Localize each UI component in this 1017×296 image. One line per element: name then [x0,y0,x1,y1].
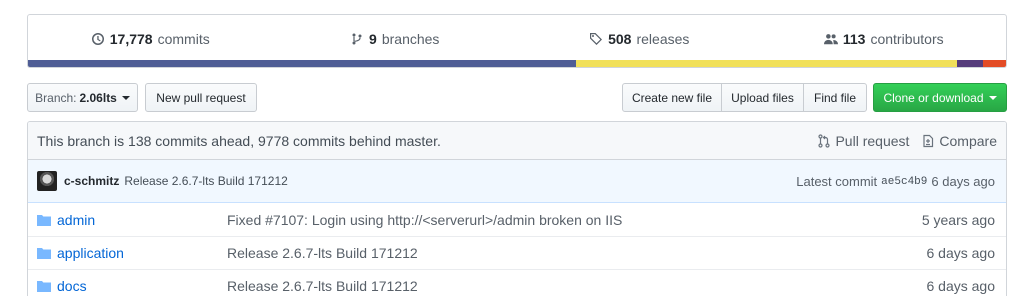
latest-commit-bar: c-schmitz Release 2.6.7-lts Build 171212… [28,160,1006,203]
language-segment[interactable] [28,60,576,67]
file-age: 6 days ago [926,278,996,294]
language-segment[interactable] [575,60,958,67]
releases-label: releases [636,30,690,47]
branch-select-button[interactable]: Branch: 2.06lts [27,83,138,112]
file-name[interactable]: admin [57,212,227,228]
commit-message[interactable]: Release 2.6.7-lts Build 171212 [124,174,287,188]
file-age: 6 days ago [926,245,996,261]
pull-request-link[interactable]: Pull request [818,133,909,149]
releases-count: 508 [608,30,632,47]
list-item: admin Fixed #7107: Login using http://<s… [28,203,1006,236]
branches-link[interactable]: 9 branches [273,15,518,62]
branch-name: 2.06lts [79,90,117,105]
file-browser: This branch is 138 commits ahead, 9778 c… [27,121,1007,296]
pull-request-label: Pull request [835,133,910,149]
releases-link[interactable]: 508 releases [517,15,762,62]
list-item: application Release 2.6.7-lts Build 1712… [28,236,1006,269]
branches-label: branches [381,30,440,47]
folder-icon [37,281,51,292]
folder-icon [37,248,51,259]
compare-link[interactable]: Compare [922,133,997,149]
file-list: admin Fixed #7107: Login using http://<s… [28,203,1006,296]
new-pull-request-button[interactable]: New pull request [145,83,257,112]
commits-label: commits [157,30,210,47]
commit-age: 6 days ago [931,174,995,189]
history-icon [91,32,104,45]
upload-files-button[interactable]: Upload files [721,83,804,112]
folder-icon [37,214,51,226]
caret-down-icon [988,95,997,100]
tag-icon [590,32,603,45]
language-segment[interactable] [957,60,984,67]
commits-link[interactable]: 17,778 commits [28,15,273,62]
language-segment[interactable] [983,60,1006,67]
diff-icon [923,134,934,148]
file-name[interactable]: application [57,245,227,261]
contributors-label: contributors [870,30,944,47]
people-icon [823,33,838,44]
caret-down-icon [121,95,130,100]
file-commit-message[interactable]: Release 2.6.7-lts Build 171212 [227,278,418,294]
repo-summary: 17,778 commits 9 branches 508 releases 1… [27,14,1007,68]
clone-or-download-button[interactable]: Clone or download [873,83,1007,112]
branches-count: 9 [369,30,377,47]
pull-request-icon [818,134,831,148]
find-file-button[interactable]: Find file [803,83,867,112]
file-age: 5 years ago [921,211,995,228]
branch-prefix: Branch: [35,90,77,105]
compare-label: Compare [939,133,997,149]
list-item: docs Release 2.6.7-lts Build 171212 6 da… [28,269,1006,296]
file-navigation: Branch: 2.06lts New pull request Create … [27,83,1007,112]
branch-status-text: This branch is 138 commits ahead, 9778 c… [37,132,441,149]
branch-icon [352,33,362,44]
branch-info-bar: This branch is 138 commits ahead, 9778 c… [28,122,1006,160]
file-name[interactable]: docs [57,278,227,294]
latest-commit-label: Latest commit [796,174,878,189]
language-bar[interactable] [28,60,1006,67]
file-commit-message[interactable]: Fixed #7107: Login using http://<serveru… [227,212,622,228]
file-commit-message[interactable]: Release 2.6.7-lts Build 171212 [227,245,418,261]
contributors-count: 113 [842,30,866,47]
clone-label: Clone or download [883,90,984,105]
commit-author[interactable]: c-schmitz [64,174,119,188]
avatar[interactable] [37,171,57,191]
commits-count: 17,778 [109,30,153,47]
commit-sha[interactable]: ae5c4b9 [881,176,927,188]
contributors-link[interactable]: 113 contributors [762,15,1007,62]
create-new-file-button[interactable]: Create new file [622,83,722,112]
